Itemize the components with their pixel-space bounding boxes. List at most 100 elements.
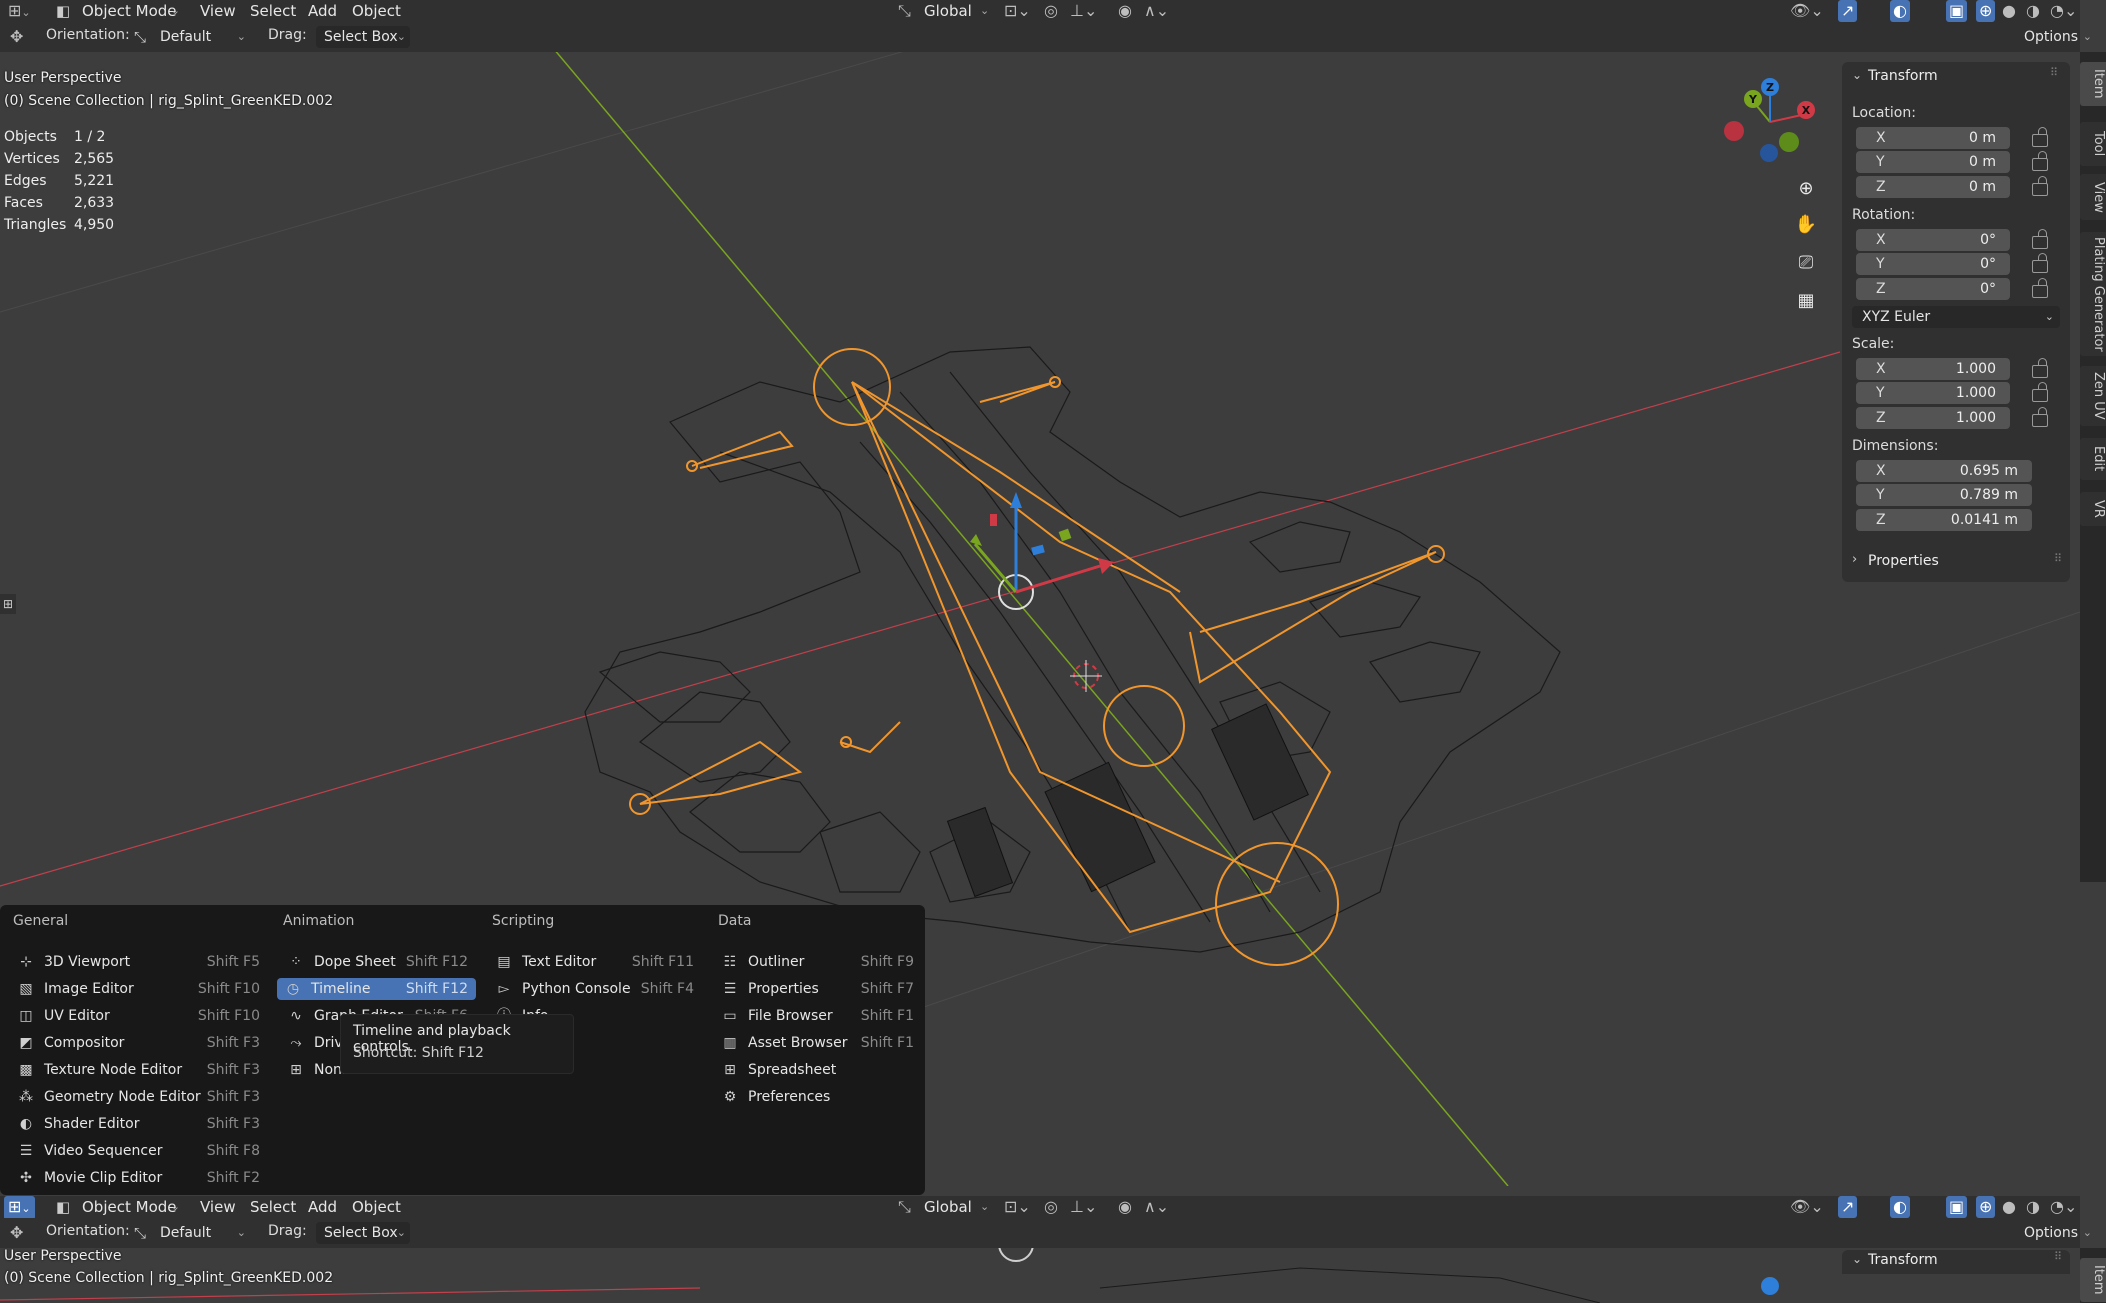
gizmo-toggle-icon[interactable]: ↗ — [1838, 0, 1858, 22]
drag-dropdown[interactable]: Select Box ⌄ — [316, 26, 410, 48]
lock-icon[interactable] — [2032, 151, 2048, 171]
menu-view[interactable]: View — [200, 0, 236, 22]
mode-dropdown[interactable]: ◧ Object Mode ⌄ — [52, 1196, 184, 1218]
location-z-field[interactable]: Z 0 m — [1856, 176, 2010, 198]
tab-vr[interactable]: VR — [2080, 492, 2106, 526]
menu-item-geometry-node-editor[interactable]: ⁂ Geometry Node Editor Shift F3 — [10, 1086, 268, 1108]
lock-icon[interactable] — [2032, 127, 2048, 147]
gizmo-toggle-icon[interactable]: ↗ — [1838, 1196, 1858, 1218]
rendered-shading-icon[interactable]: ◔⌄ — [2050, 0, 2077, 22]
transform-orientation-dropdown[interactable]: Global — [924, 1196, 972, 1218]
material-shading-icon[interactable]: ◑ — [2026, 0, 2040, 22]
lock-icon[interactable] — [2032, 382, 2048, 402]
drag-handle-icon[interactable]: ⠿ — [2050, 66, 2058, 79]
menu-item-texture-node-editor[interactable]: ▩ Texture Node Editor Shift F3 — [10, 1059, 268, 1081]
menu-item-asset-browser[interactable]: ▥ Asset Browser Shift F1 — [714, 1032, 922, 1054]
zoom-icon[interactable]: ⊕ — [1793, 176, 1819, 202]
dimensions-y-field[interactable]: Y 0.789 m — [1856, 484, 2032, 506]
menu-view[interactable]: View — [200, 1196, 236, 1218]
editor-type-icon[interactable]: ⊞⌄ — [8, 0, 31, 24]
overlays-icon[interactable]: ◐ — [1890, 1196, 1910, 1218]
snap-icon[interactable]: ◎ — [1044, 1196, 1058, 1218]
menu-select[interactable]: Select — [250, 0, 296, 22]
overlays-icon[interactable]: ◐ — [1890, 0, 1910, 22]
tab-tool[interactable]: Tool — [2080, 122, 2106, 166]
lock-icon[interactable] — [2032, 253, 2048, 273]
location-x-field[interactable]: X 0 m — [1856, 127, 2010, 149]
menu-item-dope-sheet[interactable]: ⁘ Dope Sheet Shift F12 — [280, 951, 476, 973]
menu-item-spreadsheet[interactable]: ⊞ Spreadsheet — [714, 1059, 922, 1081]
perspective-toggle-icon[interactable]: ▦ — [1793, 288, 1819, 314]
menu-item-image-editor[interactable]: ▧ Image Editor Shift F10 — [10, 978, 268, 1000]
tab-item[interactable]: Item — [2080, 1258, 2106, 1302]
snap-icon[interactable]: ◎ — [1044, 0, 1058, 22]
rotation-z-field[interactable]: Z 0° — [1856, 278, 2010, 300]
proportional-edit-icon[interactable]: ◉ — [1118, 0, 1132, 22]
menu-select[interactable]: Select — [250, 1196, 296, 1218]
menu-object[interactable]: Object — [352, 0, 401, 22]
lock-icon[interactable] — [2032, 176, 2048, 196]
menu-item-outliner[interactable]: ☷ Outliner Shift F9 — [714, 951, 922, 973]
rotation-mode-dropdown[interactable]: XYZ Euler ⌄ — [1852, 306, 2060, 328]
toolbar-expand-icon[interactable]: ⊞ — [0, 594, 16, 614]
menu-item-video-sequencer[interactable]: ☰ Video Sequencer Shift F8 — [10, 1140, 268, 1162]
pivot-point-icon[interactable]: ⊡⌄ — [1004, 0, 1031, 22]
tab-plating-generator[interactable]: Plating Generator — [2080, 232, 2106, 356]
menu-item-timeline[interactable]: ◷ Timeline Shift F12 — [277, 978, 476, 1000]
pivot-point-icon[interactable]: ⊡⌄ — [1004, 1196, 1031, 1218]
mode-dropdown[interactable]: ◧ Object Mode ⌄ — [52, 0, 184, 22]
visibility-icon[interactable]: 👁⌄ — [1790, 0, 1824, 22]
properties-panel-header[interactable]: › Properties ⠿ — [1842, 548, 2070, 576]
tab-item[interactable]: Item — [2080, 62, 2106, 106]
menu-item-file-browser[interactable]: ▭ File Browser Shift F1 — [714, 1005, 922, 1027]
tab-zen-uv[interactable]: Zen UV — [2080, 366, 2106, 426]
xray-icon[interactable]: ▣ — [1946, 1196, 1968, 1218]
scale-z-field[interactable]: Z 1.000 — [1856, 407, 2010, 429]
xray-icon[interactable]: ▣ — [1946, 0, 1968, 22]
wireframe-shading-icon[interactable]: ⊕ — [1976, 1196, 1996, 1218]
falloff-icon[interactable]: ∧⌄ — [1144, 0, 1169, 22]
3d-viewport-bottom[interactable]: User Perspective (0) Scene Collection | … — [0, 1248, 2080, 1303]
solid-shading-icon[interactable]: ● — [2002, 1196, 2016, 1218]
menu-item-properties[interactable]: ☰ Properties Shift F7 — [714, 978, 922, 1000]
material-shading-icon[interactable]: ◑ — [2026, 1196, 2040, 1218]
menu-item-uv-editor[interactable]: ◫ UV Editor Shift F10 — [10, 1005, 268, 1027]
transform-panel-header[interactable]: ⌄ Transform ⠿ — [1842, 1250, 2070, 1274]
rotation-y-field[interactable]: Y 0° — [1856, 253, 2010, 275]
dimensions-x-field[interactable]: X 0.695 m — [1856, 460, 2032, 482]
menu-add[interactable]: Add — [308, 1196, 337, 1218]
menu-item-text-editor[interactable]: ▤ Text Editor Shift F11 — [488, 951, 702, 973]
scale-y-field[interactable]: Y 1.000 — [1856, 382, 2010, 404]
menu-object[interactable]: Object — [352, 1196, 401, 1218]
orientation-dropdown[interactable]: ⤡ Default ⌄ — [130, 26, 250, 48]
options-dropdown[interactable]: Options ⌄ — [2016, 26, 2094, 48]
menu-item-preferences[interactable]: ⚙ Preferences — [714, 1086, 922, 1108]
tab-view[interactable]: View — [2080, 174, 2106, 220]
menu-item-shader-editor[interactable]: ◐ Shader Editor Shift F3 — [10, 1113, 268, 1135]
dimensions-z-field[interactable]: Z 0.0141 m — [1856, 509, 2032, 531]
options-dropdown[interactable]: Options ⌄ — [2016, 1222, 2094, 1244]
menu-item-compositor[interactable]: ◩ Compositor Shift F3 — [10, 1032, 268, 1054]
menu-item-movie-clip-editor[interactable]: ✣ Movie Clip Editor Shift F2 — [10, 1167, 268, 1189]
scale-x-field[interactable]: X 1.000 — [1856, 358, 2010, 380]
transform-orientation-dropdown[interactable]: Global — [924, 0, 972, 22]
menu-item-3d-viewport[interactable]: ⊹ 3D Viewport Shift F5 — [10, 951, 268, 973]
lock-icon[interactable] — [2032, 229, 2048, 249]
menu-item-python-console[interactable]: ▻ Python Console Shift F4 — [488, 978, 702, 1000]
pan-hand-icon[interactable]: ✋ — [1793, 212, 1819, 238]
snap-target-icon[interactable]: ⊥⌄ — [1070, 1196, 1097, 1218]
wireframe-shading-icon[interactable]: ⊕ — [1976, 0, 1996, 22]
location-y-field[interactable]: Y 0 m — [1856, 151, 2010, 173]
orientation-dropdown[interactable]: ⤡ Default ⌄ — [130, 1222, 250, 1244]
lock-icon[interactable] — [2032, 278, 2048, 298]
drag-handle-icon[interactable]: ⠿ — [2054, 1250, 2062, 1263]
rendered-shading-icon[interactable]: ◔⌄ — [2050, 1196, 2077, 1218]
lock-icon[interactable] — [2032, 407, 2048, 427]
drag-dropdown[interactable]: Select Box ⌄ — [316, 1222, 410, 1244]
falloff-icon[interactable]: ∧⌄ — [1144, 1196, 1169, 1218]
transform-panel-header[interactable]: ⌄ Transform ⠿ — [1852, 66, 2062, 88]
editor-type-icon[interactable]: ⊞⌄ — [4, 1196, 35, 1220]
camera-view-icon[interactable]: ⎚ — [1793, 250, 1819, 276]
snap-target-icon[interactable]: ⊥⌄ — [1070, 0, 1097, 22]
tab-edit[interactable]: Edit — [2080, 438, 2106, 480]
